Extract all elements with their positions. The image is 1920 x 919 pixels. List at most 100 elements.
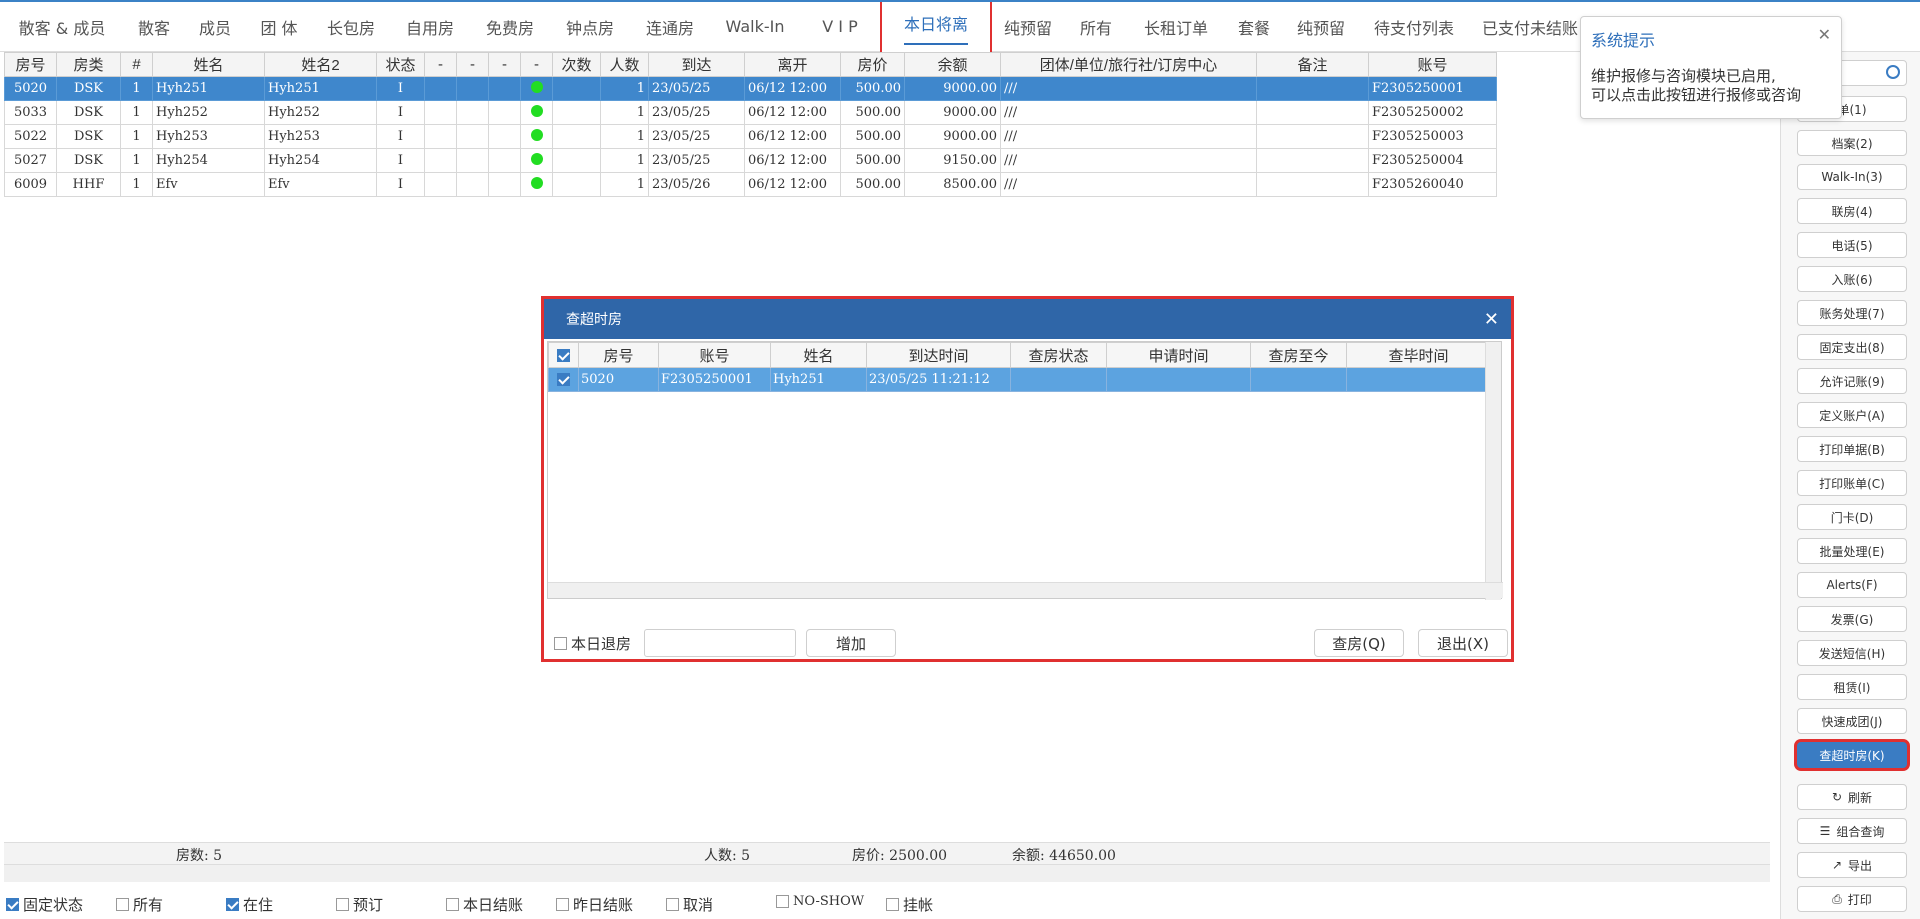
checkbox-box[interactable] bbox=[554, 637, 567, 650]
export-button[interactable]: ↗ 导出 bbox=[1797, 852, 1907, 878]
check-room-button[interactable]: 查房(Q) bbox=[1314, 629, 1404, 657]
profile-button[interactable]: 档案(2) bbox=[1797, 130, 1907, 156]
account-process-button[interactable]: 账务处理(7) bbox=[1797, 300, 1907, 326]
tab-walk-in[interactable]: Walk-In bbox=[710, 2, 800, 52]
col-header[interactable]: 备注 bbox=[1256, 52, 1369, 77]
allow-credit-button[interactable]: 允许记账(9) bbox=[1797, 368, 1907, 394]
print-receipt-button[interactable]: 打印单据(B) bbox=[1797, 436, 1907, 462]
post-charge-button[interactable]: 入账(6) bbox=[1797, 266, 1907, 292]
checkbox-box[interactable] bbox=[776, 895, 789, 908]
row-select-cell[interactable] bbox=[548, 367, 579, 392]
tab-pending-payment[interactable]: 待支付列表 bbox=[1358, 2, 1470, 52]
walk-in-button[interactable]: Walk-In(3) bbox=[1797, 164, 1907, 190]
col-header[interactable]: 人数 bbox=[600, 52, 649, 77]
table-row[interactable]: 5027 DSK 1 Hyh254 Hyh254 I 1 23/05/25 06… bbox=[4, 148, 1497, 173]
col-header[interactable]: 房价 bbox=[840, 52, 905, 77]
tab-self-use[interactable]: 自用房 bbox=[390, 2, 470, 52]
close-icon[interactable]: ✕ bbox=[1818, 25, 1831, 44]
col-header[interactable]: 姓名 bbox=[152, 52, 265, 77]
col-header[interactable]: - bbox=[456, 52, 489, 77]
search-icon[interactable] bbox=[1886, 65, 1900, 79]
table-row[interactable]: 6009 HHF 1 Efv Efv I 1 23/05/26 06/12 12… bbox=[4, 172, 1497, 197]
tab-vip[interactable]: V I P bbox=[800, 2, 880, 52]
alerts-button[interactable]: Alerts(F) bbox=[1797, 572, 1907, 598]
tab-all[interactable]: 所有 bbox=[1064, 2, 1128, 52]
filter-cancelled[interactable]: 取消 bbox=[666, 894, 713, 915]
col-header[interactable]: 到达时间 bbox=[866, 342, 1011, 368]
send-sms-button[interactable]: 发送短信(H) bbox=[1797, 640, 1907, 666]
filter-in-house[interactable]: 在住 bbox=[226, 894, 273, 915]
horizontal-scrollbar[interactable] bbox=[4, 864, 1770, 882]
filter-reserved[interactable]: 预订 bbox=[336, 894, 383, 915]
col-header[interactable]: 房类 bbox=[56, 52, 121, 77]
tab-connected[interactable]: 连通房 bbox=[630, 2, 710, 52]
tab-reserve-only[interactable]: 纯预留 bbox=[992, 2, 1064, 52]
table-row[interactable]: 5022 DSK 1 Hyh253 Hyh253 I 1 23/05/25 06… bbox=[4, 124, 1497, 149]
tab-long-stay[interactable]: 长包房 bbox=[312, 2, 390, 52]
tab-members[interactable]: 成员 bbox=[184, 2, 246, 52]
today-checkout-checkbox[interactable]: 本日退房 bbox=[554, 633, 631, 654]
col-header[interactable]: 姓名2 bbox=[264, 52, 377, 77]
row-checkbox[interactable] bbox=[557, 373, 570, 386]
vertical-scrollbar[interactable] bbox=[1485, 342, 1501, 600]
fixed-expense-button[interactable]: 固定支出(8) bbox=[1797, 334, 1907, 360]
col-header[interactable]: 查房至今 bbox=[1250, 342, 1347, 368]
checkbox-box[interactable] bbox=[336, 898, 349, 911]
filter-yesterday-checkout[interactable]: 昨日结账 bbox=[556, 894, 633, 915]
filter-on-account[interactable]: 挂帐 bbox=[886, 894, 933, 915]
tab-package[interactable]: 套餐 bbox=[1224, 2, 1284, 52]
tab-free-room[interactable]: 免费房 bbox=[470, 2, 550, 52]
tab-today-departure[interactable]: 本日将离 bbox=[880, 1, 992, 56]
table-row[interactable]: 5020 F2305250001 Hyh251 23/05/25 11:21:1… bbox=[548, 367, 1491, 392]
col-header[interactable]: 次数 bbox=[552, 52, 601, 77]
select-all-checkbox[interactable] bbox=[557, 349, 570, 363]
link-room-button[interactable]: 联房(4) bbox=[1797, 198, 1907, 224]
tab-paid-unsettled[interactable]: 已支付未结账 bbox=[1470, 2, 1590, 52]
combined-query-button[interactable]: ☰ 组合查询 bbox=[1797, 818, 1907, 844]
checkbox-box[interactable] bbox=[226, 898, 239, 911]
table-row[interactable]: 5020 DSK 1 Hyh251 Hyh251 I 1 23/05/25 06… bbox=[4, 76, 1497, 101]
checkbox-box[interactable] bbox=[6, 898, 19, 911]
col-header[interactable]: 离开 bbox=[744, 52, 841, 77]
col-header[interactable]: 状态 bbox=[376, 52, 425, 77]
print-button[interactable]: ⎙ 打印 bbox=[1797, 886, 1907, 912]
col-header[interactable]: 房号 bbox=[4, 52, 57, 77]
table-row[interactable]: 5033 DSK 1 Hyh252 Hyh252 I 1 23/05/25 06… bbox=[4, 100, 1497, 125]
col-header[interactable]: 余额 bbox=[904, 52, 1001, 77]
checkbox-box[interactable] bbox=[446, 898, 459, 911]
tab-guests[interactable]: 散客 bbox=[124, 2, 184, 52]
define-account-button[interactable]: 定义账户(A) bbox=[1797, 402, 1907, 428]
exit-button[interactable]: 退出(X) bbox=[1418, 629, 1508, 657]
refresh-button[interactable]: ↻ 刷新 bbox=[1797, 784, 1907, 810]
tab-guests-members[interactable]: 散客 & 成员 bbox=[0, 2, 124, 52]
horizontal-scrollbar[interactable] bbox=[548, 582, 1503, 598]
col-header[interactable]: 房号 bbox=[578, 342, 659, 368]
col-header[interactable]: - bbox=[424, 52, 457, 77]
tab-long-rent[interactable]: 长租订单 bbox=[1128, 2, 1224, 52]
filter-today-checkout[interactable]: 本日结账 bbox=[446, 894, 523, 915]
col-header[interactable]: 申请时间 bbox=[1106, 342, 1251, 368]
col-header[interactable]: # bbox=[120, 52, 153, 77]
col-header[interactable]: - bbox=[488, 52, 521, 77]
col-header[interactable]: 账号 bbox=[658, 342, 771, 368]
select-all-header[interactable] bbox=[548, 342, 579, 368]
close-icon[interactable]: ✕ bbox=[1484, 309, 1499, 330]
checkbox-box[interactable] bbox=[556, 898, 569, 911]
col-header[interactable]: 查房状态 bbox=[1010, 342, 1107, 368]
filter-all[interactable]: 所有 bbox=[116, 894, 163, 915]
tab-group[interactable]: 团 体 bbox=[246, 2, 312, 52]
checkbox-box[interactable] bbox=[886, 898, 899, 911]
col-header[interactable]: 账号 bbox=[1368, 52, 1497, 77]
door-card-button[interactable]: 门卡(D) bbox=[1797, 504, 1907, 530]
col-header[interactable]: 姓名 bbox=[770, 342, 867, 368]
quick-group-button[interactable]: 快速成团(J) bbox=[1797, 708, 1907, 734]
add-button[interactable]: 增加 bbox=[806, 629, 896, 657]
filter-no-show[interactable]: NO-SHOW bbox=[776, 894, 864, 909]
phone-button[interactable]: 电话(5) bbox=[1797, 232, 1907, 258]
tab-hourly[interactable]: 钟点房 bbox=[550, 2, 630, 52]
batch-process-button[interactable]: 批量处理(E) bbox=[1797, 538, 1907, 564]
col-header[interactable]: 团体/单位/旅行社/订房中心 bbox=[1000, 52, 1257, 77]
invoice-button[interactable]: 发票(G) bbox=[1797, 606, 1907, 632]
print-bill-button[interactable]: 打印账单(C) bbox=[1797, 470, 1907, 496]
checkbox-box[interactable] bbox=[116, 898, 129, 911]
